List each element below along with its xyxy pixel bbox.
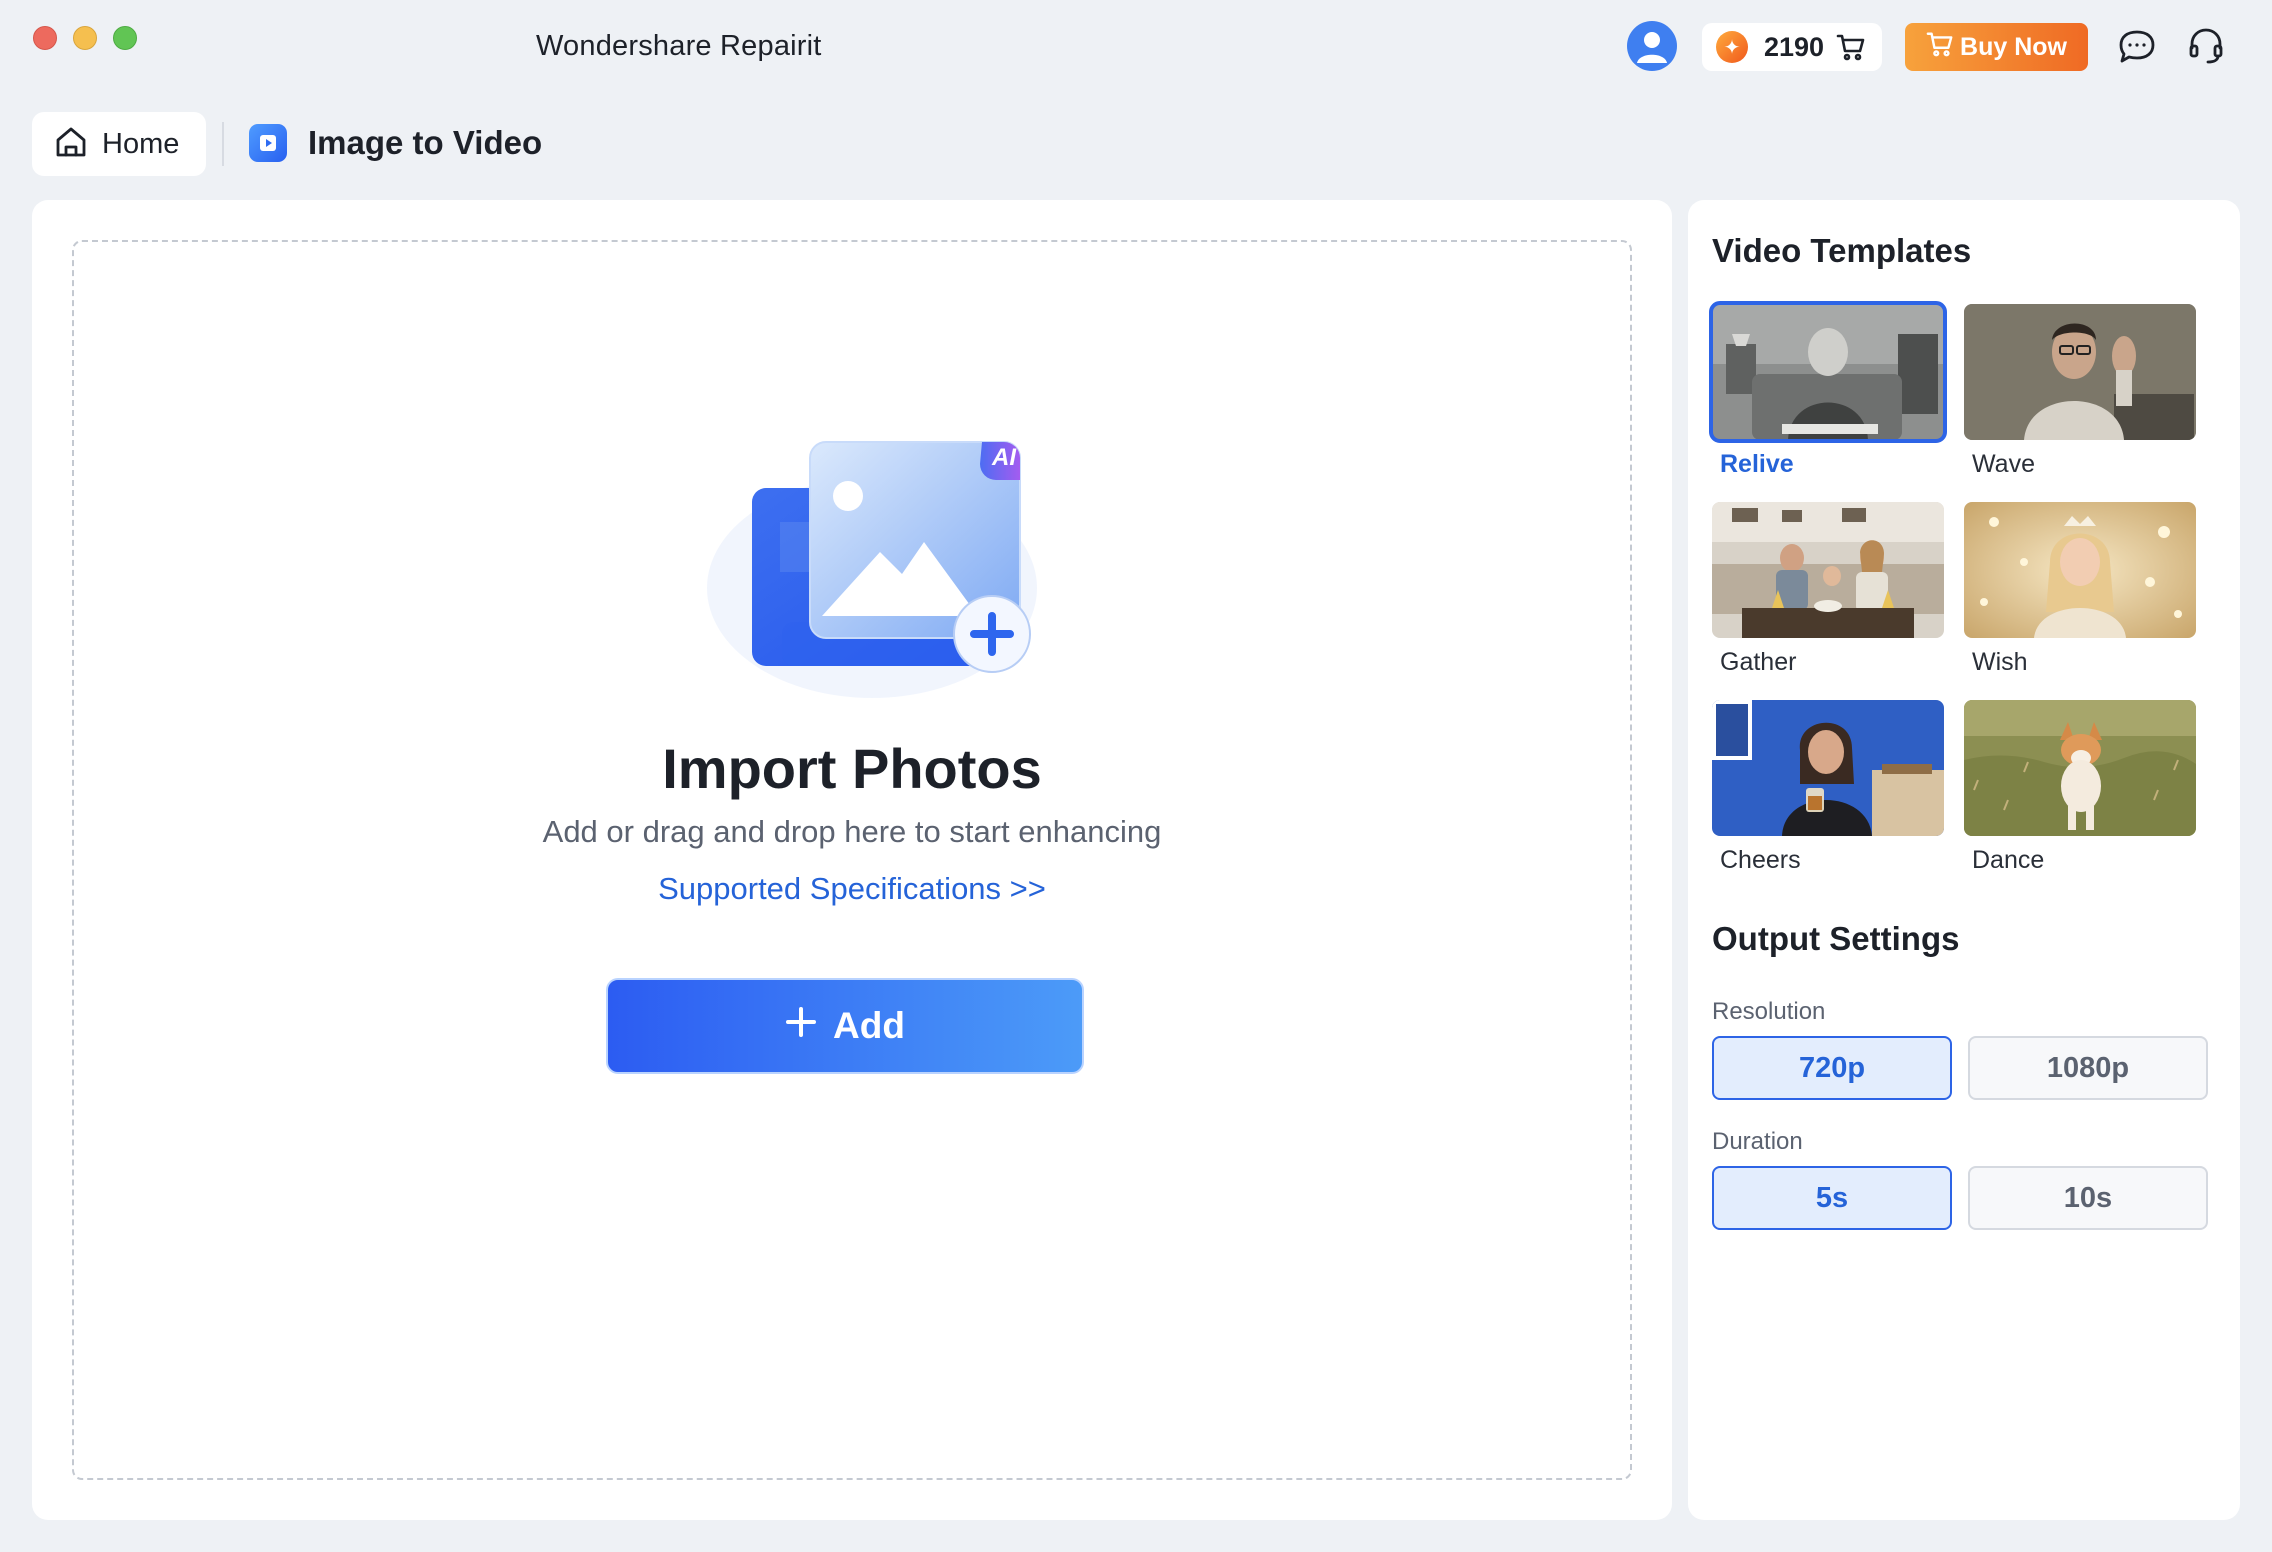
template-label-dance: Dance	[1972, 846, 2045, 874]
import-photos-title: Import Photos	[662, 737, 1042, 800]
template-label-gather: Gather	[1720, 648, 1797, 676]
app-window: Wondershare Repairit ✦ 2190 Buy Now Home…	[0, 0, 2272, 1552]
credits-badge[interactable]: ✦ 2190	[1702, 23, 1882, 71]
resolution-720p-option[interactable]: 720p	[1712, 1036, 1952, 1100]
support-headset-icon[interactable]	[2187, 26, 2225, 71]
template-label-wish: Wish	[1972, 648, 2028, 676]
ai-badge: AI	[992, 444, 1016, 471]
credit-coin-icon: ✦	[1716, 31, 1748, 63]
resolution-label: Resolution	[1712, 998, 1826, 1025]
template-thumbnail-relive	[1709, 301, 1947, 443]
template-label-wave: Wave	[1972, 450, 2035, 478]
template-thumbnail-wave	[1964, 304, 2196, 440]
home-button[interactable]: Home	[32, 112, 206, 176]
template-wave[interactable]: Wave	[1964, 304, 2196, 479]
template-cheers[interactable]: Cheers	[1712, 700, 1944, 875]
template-dance[interactable]: Dance	[1964, 700, 2196, 875]
home-label: Home	[102, 127, 180, 160]
video-templates-title: Video Templates	[1712, 232, 1972, 269]
page-title: Image to Video	[308, 124, 543, 161]
template-wish[interactable]: Wish	[1964, 502, 2196, 677]
cart-icon	[1926, 30, 1954, 65]
duration-5s-option[interactable]: 5s	[1712, 1166, 1952, 1230]
template-gather[interactable]: Gather	[1712, 502, 1944, 677]
image-to-video-icon	[249, 124, 287, 162]
plus-icon	[785, 1005, 817, 1047]
app-title: Wondershare Repairit	[536, 30, 822, 62]
template-label-relive: Relive	[1720, 450, 1794, 478]
window-maximize-button[interactable]	[113, 26, 137, 50]
buy-now-button[interactable]: Buy Now	[1905, 23, 2088, 71]
template-label-cheers: Cheers	[1720, 846, 1801, 874]
window-minimize-button[interactable]	[73, 26, 97, 50]
cart-icon[interactable]	[1836, 32, 1866, 62]
user-avatar-icon[interactable]	[1627, 21, 1677, 71]
nav-divider	[222, 122, 224, 166]
duration-label: Duration	[1712, 1128, 1803, 1155]
supported-specifications-link[interactable]: Supported Specifications >>	[32, 871, 1672, 907]
feedback-chat-icon[interactable]	[2117, 28, 2157, 71]
settings-panel: Video Templates Relive Wave Gather Wish …	[1688, 200, 2240, 1520]
import-photos-illustration: AI	[702, 408, 1042, 708]
window-close-button[interactable]	[33, 26, 57, 50]
home-icon	[54, 125, 88, 164]
import-panel: AI Import Photos Add or drag and drop he…	[32, 200, 1672, 1520]
template-thumbnail-wish	[1964, 502, 2196, 638]
import-photos-subtitle: Add or drag and drop here to start enhan…	[542, 814, 1162, 849]
template-thumbnail-gather	[1712, 502, 1944, 638]
add-button[interactable]: Add	[606, 978, 1084, 1074]
add-button-label: Add	[833, 1005, 905, 1046]
resolution-1080p-option[interactable]: 1080p	[1968, 1036, 2208, 1100]
template-thumbnail-cheers	[1712, 700, 1944, 836]
duration-10s-option[interactable]: 10s	[1968, 1166, 2208, 1230]
output-settings-title: Output Settings	[1712, 920, 1960, 957]
template-relive[interactable]: Relive	[1709, 301, 1947, 479]
credits-count: 2190	[1764, 31, 1825, 62]
buy-now-label: Buy Now	[1960, 32, 2067, 61]
template-thumbnail-dance	[1964, 700, 2196, 836]
